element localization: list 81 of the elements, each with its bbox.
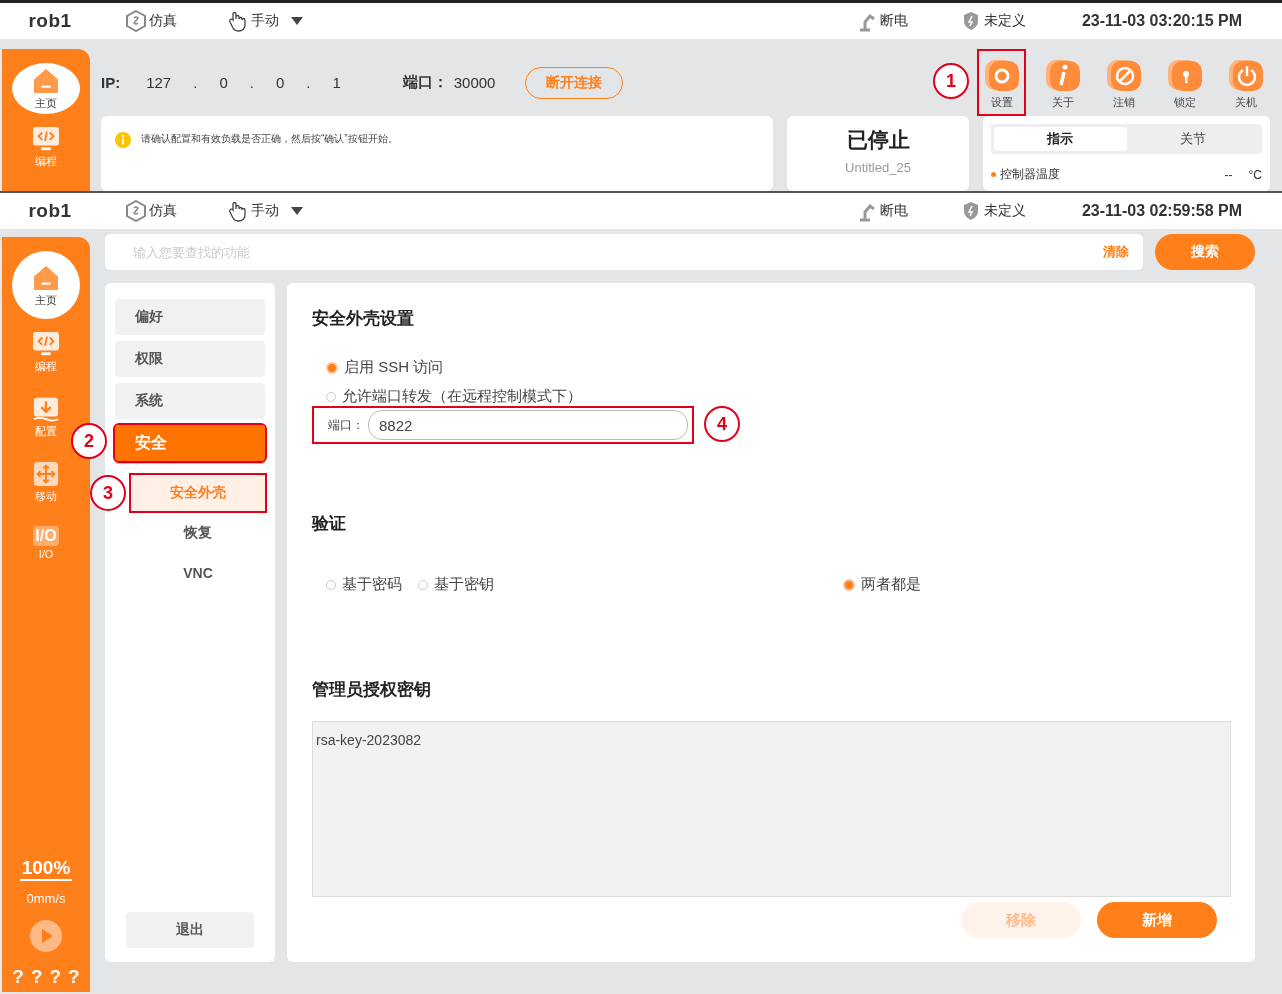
reading-value: --: [1224, 167, 1233, 182]
section-title: 安全外壳设置: [312, 308, 415, 330]
radio-option[interactable]: 启用 SSH 访问: [326, 358, 1231, 377]
radio-icon[interactable]: [326, 361, 338, 374]
radio-option[interactable]: 两者都是: [843, 575, 921, 594]
port-label: 端口：: [402, 73, 448, 92]
nav-item[interactable]: 权限: [115, 341, 265, 377]
keys-list[interactable]: rsa-key-2023082: [312, 721, 1231, 897]
date-time: 23-11-03 03:20:15 PM: [1081, 12, 1242, 30]
step-number-badge: 4: [704, 406, 740, 442]
toolbar-button[interactable]: 关于: [1038, 49, 1087, 116]
hand-icon: [227, 200, 249, 222]
ip-address-text: .: [249, 74, 254, 91]
info-icon: [115, 132, 131, 148]
date-time: 23-11-03 02:59:58 PM: [1081, 202, 1242, 220]
ip-address-text: .: [306, 74, 311, 91]
caret-icon[interactable]: [291, 17, 303, 25]
nav-subitem[interactable]: VNC: [131, 555, 265, 591]
power-status: 断电: [879, 12, 908, 30]
ip-address-text: 0: [219, 74, 228, 91]
simulation-icon: [125, 200, 147, 222]
power-status: 断电: [879, 202, 908, 220]
toolbar-button[interactable]: 锁定: [1160, 49, 1209, 116]
nav-item[interactable]: 偏好: [115, 299, 265, 335]
tab[interactable]: 关节: [1126, 127, 1259, 151]
download-icon: [32, 396, 60, 422]
io-icon: I/O: [33, 526, 59, 546]
section-title: 验证: [312, 513, 347, 535]
section-title: 管理员授权密钥: [312, 679, 432, 701]
radio-option[interactable]: 基于密钥: [418, 575, 494, 594]
bullet-icon: [991, 172, 996, 177]
step-number-badge: 3: [90, 475, 126, 511]
code-monitor-icon: [32, 126, 60, 152]
ip-address-text: .: [193, 74, 198, 91]
step-number-badge: 1: [933, 63, 969, 99]
ip-address-text: 127: [146, 74, 172, 91]
step-number-badge: 2: [71, 423, 107, 459]
unknown-glyph: ?: [30, 966, 43, 988]
reading-unit: °C: [1248, 167, 1262, 182]
simulation-icon: [125, 10, 147, 32]
robot-name: rob1: [27, 10, 73, 32]
program-state: 已停止: [846, 127, 910, 153]
unknown-glyph: ?: [12, 966, 24, 988]
hand-icon: [227, 10, 249, 32]
mode-label: 手动: [251, 202, 279, 220]
house-icon: [31, 66, 61, 96]
caret-icon[interactable]: [291, 207, 303, 215]
program-name: Untitled_25: [845, 160, 911, 175]
play-icon[interactable]: [30, 920, 62, 952]
velocity-reading: 0mm/s: [26, 891, 66, 906]
mode-label: 手动: [251, 12, 279, 30]
exit-button[interactable]: 退出: [126, 912, 254, 948]
code-monitor-icon: [32, 331, 60, 357]
robot-name: rob1: [27, 200, 73, 222]
move-arrows-icon: [32, 461, 60, 487]
reading-label: 控制器温度: [1000, 166, 1060, 183]
radio-option[interactable]: 允许端口转发（在远程控制模式下）: [326, 387, 1231, 406]
notice-text: 请确认配置和有效负载是否正确，然后按“确认”按钮开始。: [141, 132, 398, 146]
port-field[interactable]: 8822: [368, 410, 688, 440]
radio-icon[interactable]: [843, 578, 855, 591]
toolbar-button[interactable]: 设置: [977, 49, 1026, 116]
nav-subitem[interactable]: 恢复: [131, 515, 265, 551]
port-label: 端口：: [328, 416, 364, 434]
tab[interactable]: 指示: [994, 127, 1127, 151]
sidebar-item[interactable]: 主页: [12, 63, 80, 114]
ip-address-text: 0: [275, 74, 285, 91]
port-value: 30000: [453, 74, 496, 91]
unknown-glyph: ?: [49, 966, 62, 988]
nav-item[interactable]: 系统: [115, 383, 265, 419]
radio-option[interactable]: 基于密码: [326, 575, 402, 594]
ip-label: IP:: [101, 74, 121, 91]
sidebar-item[interactable]: 主页: [12, 251, 80, 319]
sim-label: 仿真: [149, 12, 177, 30]
unknown-glyph: ?: [68, 966, 80, 988]
toolbar-button[interactable]: 注销: [1099, 49, 1148, 116]
toolbar-button[interactable]: 关机: [1221, 49, 1270, 116]
ip-address-text: 1: [332, 74, 341, 91]
safety-status: 未定义: [983, 202, 1026, 220]
safety-status: 未定义: [983, 12, 1026, 30]
sim-label: 仿真: [149, 202, 177, 220]
key-entry[interactable]: rsa-key-2023082: [316, 732, 1227, 748]
